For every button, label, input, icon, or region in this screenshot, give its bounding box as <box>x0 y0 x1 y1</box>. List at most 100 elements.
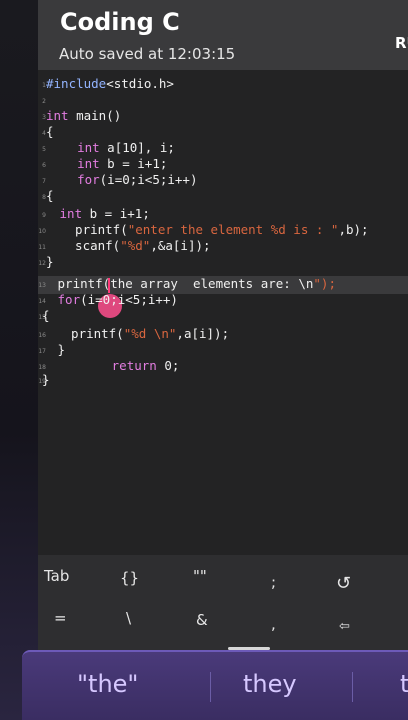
code-token: b = i+1; <box>99 156 168 171</box>
code-text: } <box>46 254 54 270</box>
code-token: scanf( <box>60 238 121 253</box>
key-backslash[interactable]: \ <box>126 609 131 627</box>
code-token: main() <box>68 108 122 123</box>
code-line[interactable]: 14 for(i=0;i<5;i++) <box>38 292 408 308</box>
code-line[interactable]: 5 int a[10], i; <box>38 140 408 156</box>
code-text: int main() <box>46 108 121 124</box>
line-number: 16 <box>38 332 46 339</box>
code-token: { <box>46 188 54 203</box>
autosave-status: Auto saved at 12:03:15 <box>59 45 236 63</box>
code-text: int a[10], i; <box>62 140 175 156</box>
code-line[interactable]: 2 <box>38 92 408 108</box>
line-number: 5 <box>42 146 46 153</box>
code-token: #include <box>46 76 107 91</box>
line-number: 1 <box>42 82 46 89</box>
code-text: scanf("%d",&a[i]); <box>60 238 211 254</box>
key-semicolon[interactable]: ; <box>271 573 276 591</box>
code-token: b = i+1; <box>82 206 150 221</box>
code-line[interactable]: 10 printf("enter the element %d is : ",b… <box>38 222 408 238</box>
code-editor[interactable]: 1 #include<stdio.h> 2 3 int main() 4{5 int a[… <box>38 70 408 555</box>
line-number: 2 <box>42 98 46 105</box>
code-line[interactable]: 16 printf("%d \n",a[i]); <box>38 326 408 342</box>
line-number: 17 <box>38 348 46 355</box>
code-token: int <box>77 140 100 155</box>
code-token: ,a[i]); <box>176 326 230 341</box>
app-window: Coding C Auto saved at 12:03:15 RU 1#inc… <box>38 0 408 720</box>
code-token: (i=0;i<5;i++) <box>80 292 178 307</box>
line-number: 12 <box>38 260 46 267</box>
code-line[interactable]: 1 #include<stdio.h> <box>38 76 408 92</box>
code-text: #include<stdio.h> <box>46 76 174 92</box>
undo-icon[interactable]: ↺ <box>336 573 351 594</box>
run-button[interactable]: RU <box>395 34 408 52</box>
code-token: printf( <box>60 222 128 237</box>
code-line[interactable]: 19} <box>38 372 408 388</box>
code-text: printf("enter the element %d is : ",b); <box>60 222 369 238</box>
code-line[interactable]: 11 scanf("%d",&a[i]); <box>38 238 408 254</box>
code-token: for <box>77 172 100 187</box>
line-number: 7 <box>42 178 46 185</box>
code-text: } <box>50 342 66 358</box>
line-number: 8 <box>42 194 46 201</box>
suggestion-3[interactable]: t <box>400 670 408 698</box>
code-line[interactable]: 4{ <box>38 124 408 140</box>
suggestion-1[interactable]: "the" <box>77 670 138 698</box>
key-braces[interactable]: {} <box>120 569 139 587</box>
key-ampersand[interactable]: & <box>196 611 208 629</box>
key-equals[interactable]: = <box>54 609 67 627</box>
code-text: { <box>46 124 54 140</box>
suggestion-2[interactable]: they <box>243 670 297 698</box>
code-line[interactable]: 8{ <box>38 188 408 204</box>
code-token: ,b); <box>338 222 369 237</box>
code-line[interactable]: 17 } <box>38 342 408 358</box>
code-token: <stdio.h> <box>106 76 174 91</box>
code-text: int b = i+1; <box>52 206 150 222</box>
code-token: 0; <box>156 358 180 373</box>
code-token: } <box>46 254 54 269</box>
code-line[interactable]: 15{ <box>38 308 408 324</box>
code-token: } <box>42 372 50 387</box>
extra-keys-bar: Tab {} "" ; ↺ = \ & , ⇦ <box>38 555 408 650</box>
code-text: printf("%d \n",a[i]); <box>56 326 229 342</box>
code-text: { <box>42 308 50 324</box>
code-text: for(i=0;i<5;i++) <box>50 292 178 308</box>
code-line[interactable]: 7 for(i=0;i<5;i++) <box>38 172 408 188</box>
code-token: for <box>57 292 81 307</box>
suggestion-divider <box>352 672 353 702</box>
code-token: (i=0;i<5;i++) <box>99 172 198 187</box>
code-token: printf(the array elements are: \n <box>50 276 314 291</box>
code-text: { <box>46 188 54 204</box>
code-token: { <box>46 124 54 139</box>
code-text: printf(the array elements are: \n"); <box>50 276 336 292</box>
code-text: int b = i+1; <box>62 156 167 172</box>
backspace-icon[interactable]: ⇦ <box>339 619 350 634</box>
code-token: } <box>50 342 66 357</box>
code-line[interactable]: 12} <box>38 254 408 270</box>
code-token: printf( <box>56 326 124 341</box>
code-token: a[10], i; <box>99 140 175 155</box>
code-line[interactable]: 3 int main() <box>38 108 408 124</box>
app-header: Coding C Auto saved at 12:03:15 RU <box>38 0 408 70</box>
key-tab[interactable]: Tab <box>44 567 69 585</box>
line-number: 9 <box>42 212 46 219</box>
code-text: for(i=0;i<5;i++) <box>62 172 197 188</box>
page-title: Coding C <box>60 8 180 36</box>
code-line[interactable]: 9 int b = i+1; <box>38 206 408 222</box>
line-number: 11 <box>38 244 46 251</box>
code-line[interactable]: 13 printf(the array elements are: \n"); <box>38 276 408 292</box>
code-token: int <box>46 108 69 123</box>
key-comma[interactable]: , <box>271 615 276 633</box>
code-token: int <box>59 206 83 221</box>
code-token: "%d \n" <box>123 326 177 341</box>
line-number: 18 <box>38 364 46 371</box>
code-line[interactable]: 6 int b = i+1; <box>38 156 408 172</box>
line-number: 13 <box>38 282 46 289</box>
line-number: 3 <box>42 114 46 121</box>
key-quotes[interactable]: "" <box>193 567 207 585</box>
